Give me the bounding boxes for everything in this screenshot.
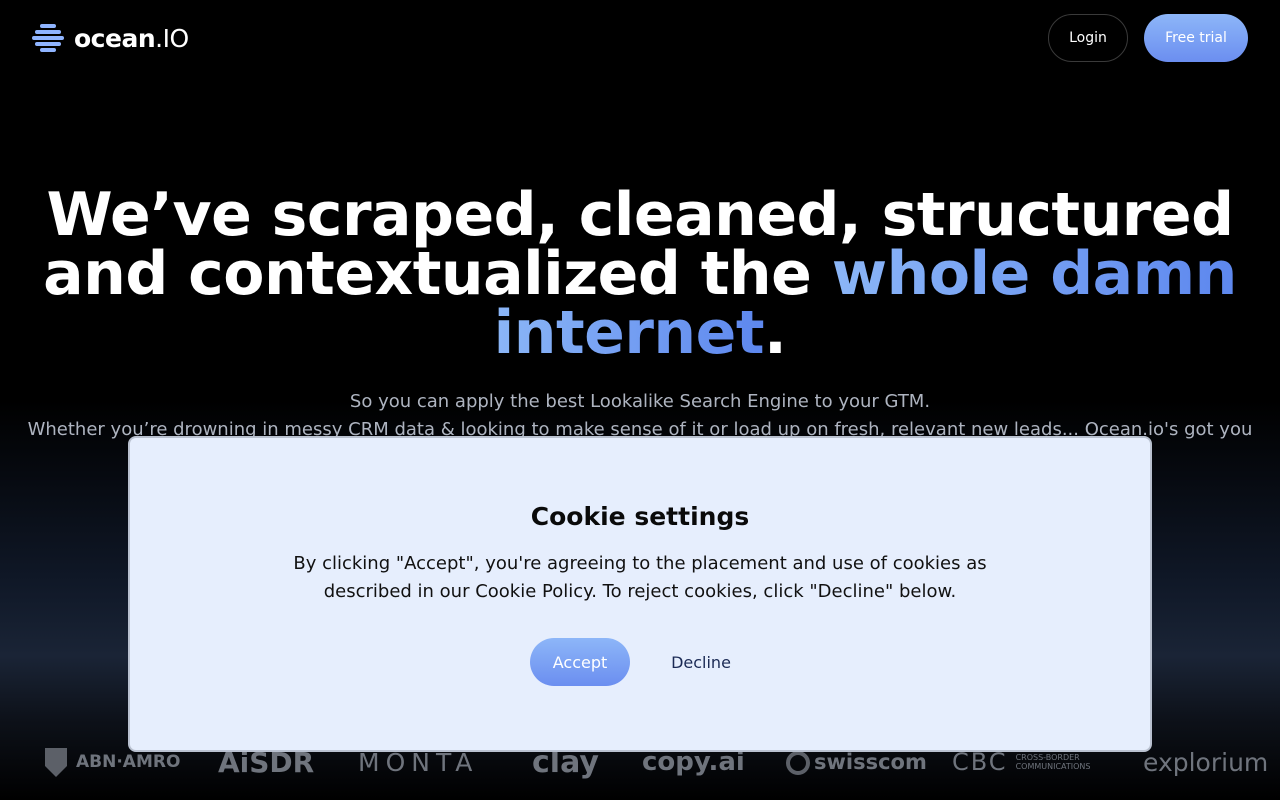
hero-title-period: . bbox=[764, 298, 787, 368]
free-trial-button[interactable]: Free trial bbox=[1144, 14, 1248, 62]
hero-title-accent: whole damn bbox=[831, 239, 1238, 309]
cookie-title: Cookie settings bbox=[530, 502, 750, 531]
site-header: ocean.IO Login Free trial bbox=[0, 0, 1280, 76]
accept-cookies-button[interactable]: Accept bbox=[530, 638, 630, 686]
cookie-settings-modal: Cookie settings By clicking "Accept", yo… bbox=[128, 436, 1152, 752]
decline-cookies-button[interactable]: Decline bbox=[656, 638, 746, 686]
cookie-description: By clicking "Accept", you're agreeing to… bbox=[293, 553, 987, 602]
ocean-logo-icon bbox=[32, 22, 64, 54]
login-button[interactable]: Login bbox=[1048, 14, 1128, 62]
abn-amro-shield-icon bbox=[45, 748, 67, 777]
hero-title: We’ve scraped, cleaned, structured and c… bbox=[40, 185, 1240, 363]
swisscom-icon bbox=[786, 751, 810, 775]
logo-explorium: explorium bbox=[1143, 747, 1269, 777]
hero-subtitle-line1: So you can apply the best Lookalike Sear… bbox=[349, 391, 931, 412]
ocean-io-logo[interactable]: ocean.IO bbox=[32, 22, 189, 54]
hero-title-accent-internet: internet bbox=[493, 298, 765, 368]
logo-wordmark: ocean.IO bbox=[74, 23, 189, 53]
